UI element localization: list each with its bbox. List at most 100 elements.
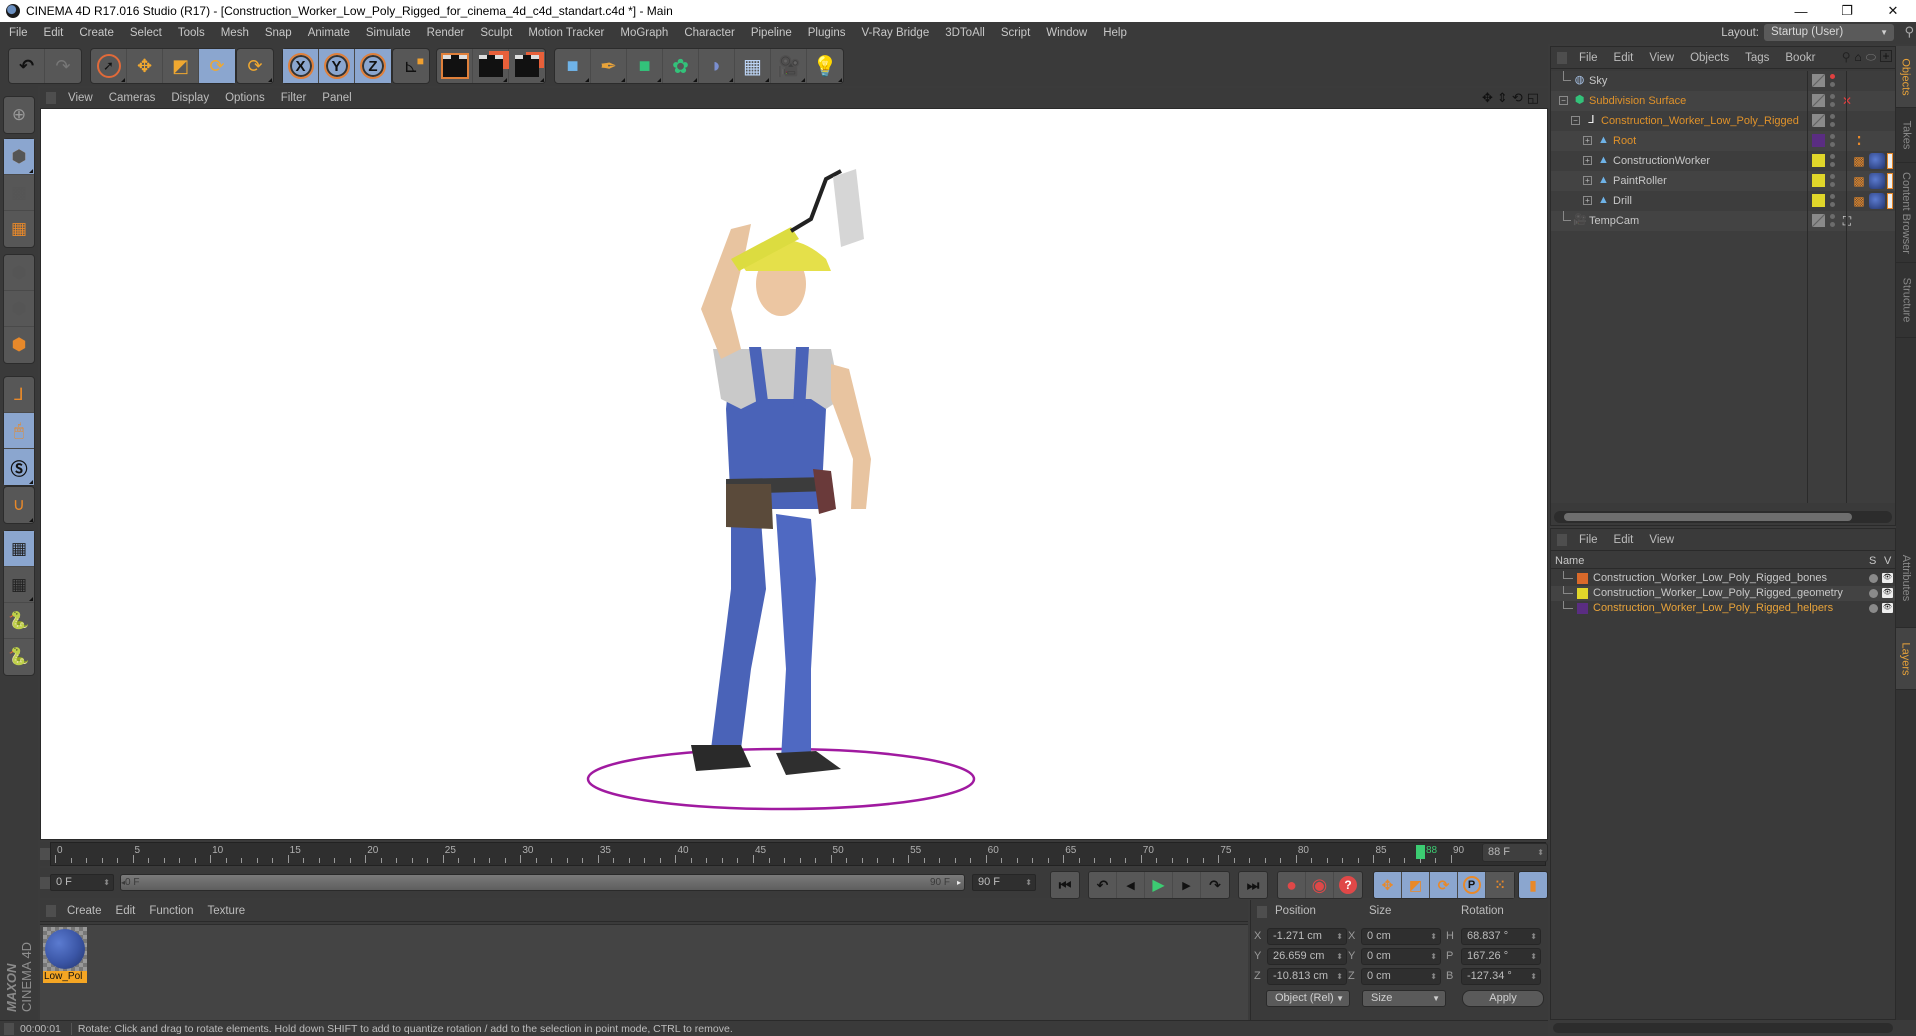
object-row[interactable]: 🎥 TempCam ⛶ <box>1551 211 1895 231</box>
autokey-button[interactable]: ◉ <box>1306 872 1334 898</box>
object-menu-view[interactable]: View <box>1641 52 1682 64</box>
search-icon[interactable]: ⚲ <box>1904 24 1914 40</box>
play-button[interactable]: ▶ <box>1145 872 1173 898</box>
menu-motion-tracker[interactable]: Motion Tracker <box>520 27 612 39</box>
material-tag-icon[interactable] <box>1869 173 1885 189</box>
panel-grip[interactable] <box>40 877 50 889</box>
menu-script[interactable]: Script <box>993 27 1038 39</box>
axis-lock-x-button[interactable]: X <box>283 49 319 83</box>
bones-tag-icon[interactable]: ⁚ <box>1851 133 1867 149</box>
render-view-button[interactable] <box>437 49 473 83</box>
object-row[interactable]: + ▲ PaintRoller ▩ <box>1551 171 1895 191</box>
stepper-icon[interactable]: ⬍ <box>1430 949 1437 964</box>
timeline-ruler[interactable]: 0 5 10 15 20 25 30 35 40 45 50 55 60 65 70 75 80 85 90 88 <box>50 842 1546 866</box>
material-tag-icon[interactable] <box>1869 193 1885 209</box>
scrollbar-thumb[interactable] <box>1564 513 1852 521</box>
layer-color-swatch[interactable] <box>1812 94 1825 107</box>
layer-name[interactable]: Construction_Worker_Low_Poly_Rigged_help… <box>1593 601 1833 616</box>
material-name[interactable]: Low_Pol <box>43 971 87 983</box>
stepper-icon[interactable]: ⬍ <box>1530 929 1537 944</box>
prev-key-button[interactable]: ↶ <box>1089 872 1117 898</box>
stepper-icon[interactable]: ⬍ <box>1336 929 1343 944</box>
uvw-tag-icon[interactable] <box>1887 153 1893 169</box>
position-x-field[interactable]: -1.271 cm ⬍ <box>1267 928 1347 945</box>
menu-pipeline[interactable]: Pipeline <box>743 27 800 39</box>
menu-sculpt[interactable]: Sculpt <box>472 27 520 39</box>
magnet-button[interactable]: ∪ <box>4 487 34 523</box>
weight-tag-icon[interactable]: ▩ <box>1851 193 1867 209</box>
object-name[interactable]: Sky <box>1589 71 1607 91</box>
layer-menu-view[interactable]: View <box>1641 534 1682 546</box>
viewport-menu-panel[interactable]: Panel <box>314 92 359 104</box>
stepper-icon[interactable]: ⬍ <box>1430 969 1437 984</box>
object-row[interactable]: + ▲ Root ⁚ <box>1551 131 1895 151</box>
panel-grip[interactable] <box>46 92 56 104</box>
eye-icon[interactable]: 👁 <box>1882 573 1893 583</box>
stepper-icon[interactable]: ⬍ <box>1336 969 1343 984</box>
object-name[interactable]: PaintRoller <box>1613 171 1667 191</box>
expand-icon[interactable]: + <box>1583 156 1592 165</box>
rotate-view-icon[interactable]: ⟲ <box>1512 90 1523 106</box>
rotation-h-field[interactable]: 68.837 ° ⬍ <box>1461 928 1541 945</box>
object-name[interactable]: Root <box>1613 131 1636 151</box>
solo-toggle[interactable] <box>1869 574 1878 583</box>
panel-grip[interactable] <box>40 848 50 860</box>
polygons-mode-button[interactable]: ⬢ <box>4 327 34 363</box>
object-menu-tags[interactable]: Tags <box>1737 52 1777 64</box>
scale-tool-button[interactable]: ◩ <box>163 49 199 83</box>
panel-grip[interactable] <box>1557 533 1567 546</box>
menu-v-ray-bridge[interactable]: V-Ray Bridge <box>853 27 937 39</box>
apply-button[interactable]: Apply <box>1462 990 1544 1007</box>
solo-toggle[interactable] <box>1869 604 1878 613</box>
snap-button[interactable]: Ⓢ <box>4 449 34 485</box>
stepper-icon[interactable]: ⬍ <box>1530 969 1537 984</box>
size-mode-dropdown[interactable]: Size ▼ <box>1362 990 1446 1007</box>
next-frame-button[interactable]: ▶ <box>1173 872 1201 898</box>
workplane-mode-button[interactable]: ▦ <box>4 211 34 247</box>
tweak-mode-button[interactable]: 🖱 <box>4 413 34 449</box>
menu-help[interactable]: Help <box>1095 27 1135 39</box>
next-key-button[interactable]: ↷ <box>1201 872 1229 898</box>
layer-color-swatch[interactable] <box>1812 114 1825 127</box>
viewport-menu-cameras[interactable]: Cameras <box>101 92 164 104</box>
layer-row[interactable]: Construction_Worker_Low_Poly_Rigged_bone… <box>1551 571 1895 586</box>
object-name[interactable]: ConstructionWorker <box>1613 151 1710 171</box>
disabled-x-icon[interactable]: ✕ <box>1839 93 1855 109</box>
material-thumbnail[interactable] <box>43 927 87 971</box>
menu-character[interactable]: Character <box>676 27 743 39</box>
object-name[interactable]: Construction_Worker_Low_Poly_Rigged <box>1601 111 1799 131</box>
weight-tag-icon[interactable]: ▩ <box>1851 173 1867 189</box>
new-view-icon[interactable]: + <box>1880 50 1892 62</box>
axis-mode-button[interactable]: ⅃ <box>4 377 34 413</box>
rotation-b-field[interactable]: -127.34 ° ⬍ <box>1461 968 1541 985</box>
record-keys-button[interactable]: ● <box>1278 872 1306 898</box>
expand-icon[interactable]: + <box>1583 136 1592 145</box>
uvw-tag-icon[interactable] <box>1887 193 1893 209</box>
toggle-view-icon[interactable]: ◱ <box>1527 90 1539 106</box>
live-selection-tool-button[interactable]: ➚ <box>91 49 127 83</box>
object-name[interactable]: Subdivision Surface <box>1589 91 1686 111</box>
menu-3dtoall[interactable]: 3DToAll <box>937 27 993 39</box>
solo-column-header[interactable]: S <box>1869 553 1876 569</box>
side-tab-attributes[interactable]: Attributes <box>1896 528 1916 628</box>
eye-icon[interactable]: 👁 <box>1882 588 1893 598</box>
keyframe-selection-button[interactable]: ? <box>1334 872 1362 898</box>
panel-grip[interactable] <box>46 904 56 917</box>
key-parameter-button[interactable]: P <box>1458 872 1486 898</box>
subdivision-object-button[interactable]: ■ <box>627 49 663 83</box>
layer-color-swatch[interactable] <box>1812 154 1825 167</box>
visible-column-header[interactable]: V <box>1884 553 1891 569</box>
python-script-1-button[interactable]: 🐍 <box>4 603 34 639</box>
menu-snap[interactable]: Snap <box>257 27 300 39</box>
viewport-menu-display[interactable]: Display <box>163 92 217 104</box>
layer-scrollbar[interactable] <box>1553 1023 1893 1033</box>
texture-mode-button[interactable]: ▩ <box>4 175 34 211</box>
render-to-picture-viewer-button[interactable] <box>473 49 509 83</box>
menu-animate[interactable]: Animate <box>300 27 358 39</box>
menu-mograph[interactable]: MoGraph <box>612 27 676 39</box>
name-column-header[interactable]: Name <box>1555 553 1584 569</box>
eye-icon[interactable]: 👁 <box>1882 603 1893 613</box>
object-row[interactable]: ◍ Sky <box>1551 71 1895 91</box>
layer-color-swatch[interactable] <box>1812 214 1825 227</box>
object-menu-objects[interactable]: Objects <box>1682 52 1737 64</box>
